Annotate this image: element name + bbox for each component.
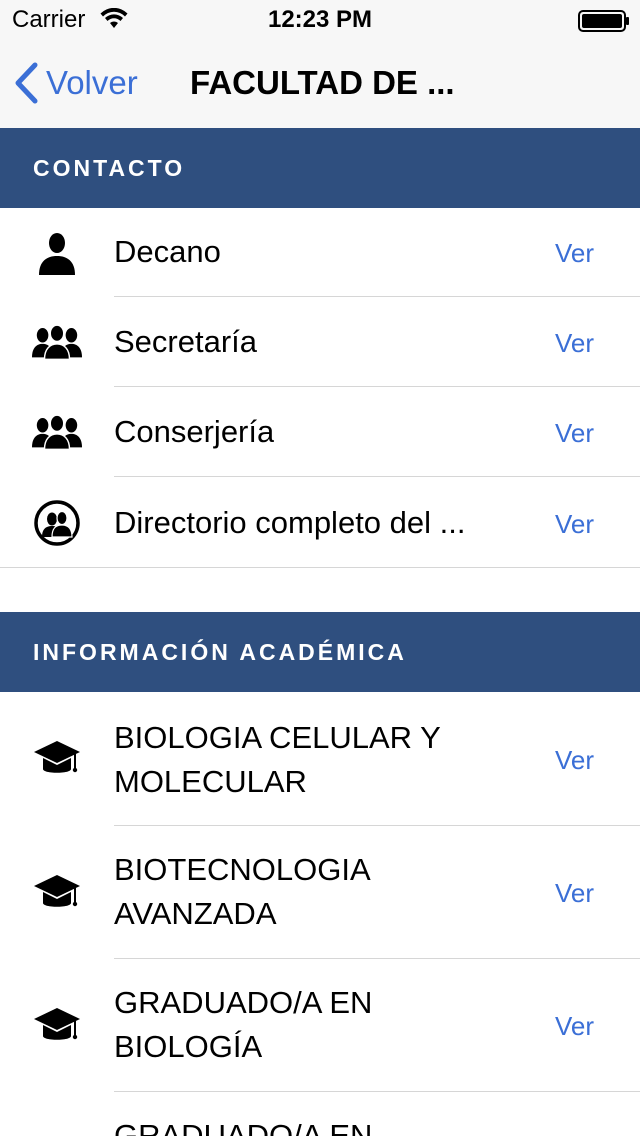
- list-item-biologia-celular[interactable]: BIOLOGIA CELULAR Y MOLECULAR Ver: [0, 692, 640, 826]
- directory-icon: [32, 498, 82, 548]
- battery-icon: [578, 10, 629, 32]
- graduation-cap-icon: [32, 868, 82, 918]
- section-header-contacto: CONTACTO: [0, 128, 640, 208]
- ver-link[interactable]: Ver: [555, 418, 594, 449]
- person-icon: [32, 228, 82, 278]
- list-item-label-line2: AVANZADA: [114, 896, 277, 931]
- back-label: Volver: [46, 64, 138, 101]
- list-item-label-line2: MOLECULAR: [114, 764, 307, 799]
- ver-link[interactable]: Ver: [555, 1011, 594, 1042]
- list-item-label-line1: GRADUADO/A EN: [114, 985, 373, 1020]
- list-item-directorio[interactable]: Directorio completo del ... Ver: [0, 477, 640, 568]
- list-item-label-line2: BIOLOGÍA: [114, 1029, 263, 1064]
- ver-link[interactable]: Ver: [555, 509, 594, 540]
- status-time: 12:23 PM: [267, 6, 373, 33]
- list-item-label: Directorio completo del ...: [114, 505, 466, 540]
- page-title: FACULTAD DE ...: [190, 64, 455, 101]
- chevron-left-icon: [15, 62, 38, 104]
- section-header-informacion-academica: INFORMACIÓN ACADÉMICA: [0, 612, 640, 692]
- list-item-graduado-biologia[interactable]: GRADUADO/A EN BIOLOGÍA Ver: [0, 959, 640, 1092]
- back-button[interactable]: Volver: [14, 58, 138, 108]
- list-item-label-line1: BIOTECNOLOGIA: [114, 852, 371, 887]
- list-item-label: Decano: [114, 234, 221, 269]
- list-item-label: Secretaría: [114, 324, 258, 359]
- graduation-cap-icon: [32, 1001, 82, 1051]
- section-title: CONTACTO: [33, 155, 186, 181]
- list-item-label-line1: BIOLOGIA CELULAR Y: [114, 720, 441, 755]
- section-title: INFORMACIÓN ACADÉMICA: [33, 639, 407, 665]
- list-item-decano[interactable]: Decano Ver: [0, 208, 640, 297]
- list-item-graduado-partial[interactable]: GRADUADO/A EN: [0, 1092, 640, 1136]
- list-item-label: Conserjería: [114, 414, 275, 449]
- list-item-label-line1: GRADUADO/A EN: [114, 1118, 373, 1136]
- ver-link[interactable]: Ver: [555, 745, 594, 776]
- list-item-secretaria[interactable]: Secretaría Ver: [0, 297, 640, 387]
- ver-link[interactable]: Ver: [555, 328, 594, 359]
- section-spacer: [0, 568, 640, 612]
- group-icon: [32, 407, 82, 457]
- ver-link[interactable]: Ver: [555, 238, 594, 269]
- navigation-bar: Volver FACULTAD DE ...: [0, 40, 640, 129]
- list-item-biotecnologia[interactable]: BIOTECNOLOGIA AVANZADA Ver: [0, 826, 640, 959]
- status-bar: Carrier 12:23 PM: [0, 0, 640, 40]
- group-icon: [32, 317, 82, 367]
- graduation-cap-icon: [32, 734, 82, 784]
- list-item-conserjeria[interactable]: Conserjería Ver: [0, 387, 640, 477]
- ver-link[interactable]: Ver: [555, 878, 594, 909]
